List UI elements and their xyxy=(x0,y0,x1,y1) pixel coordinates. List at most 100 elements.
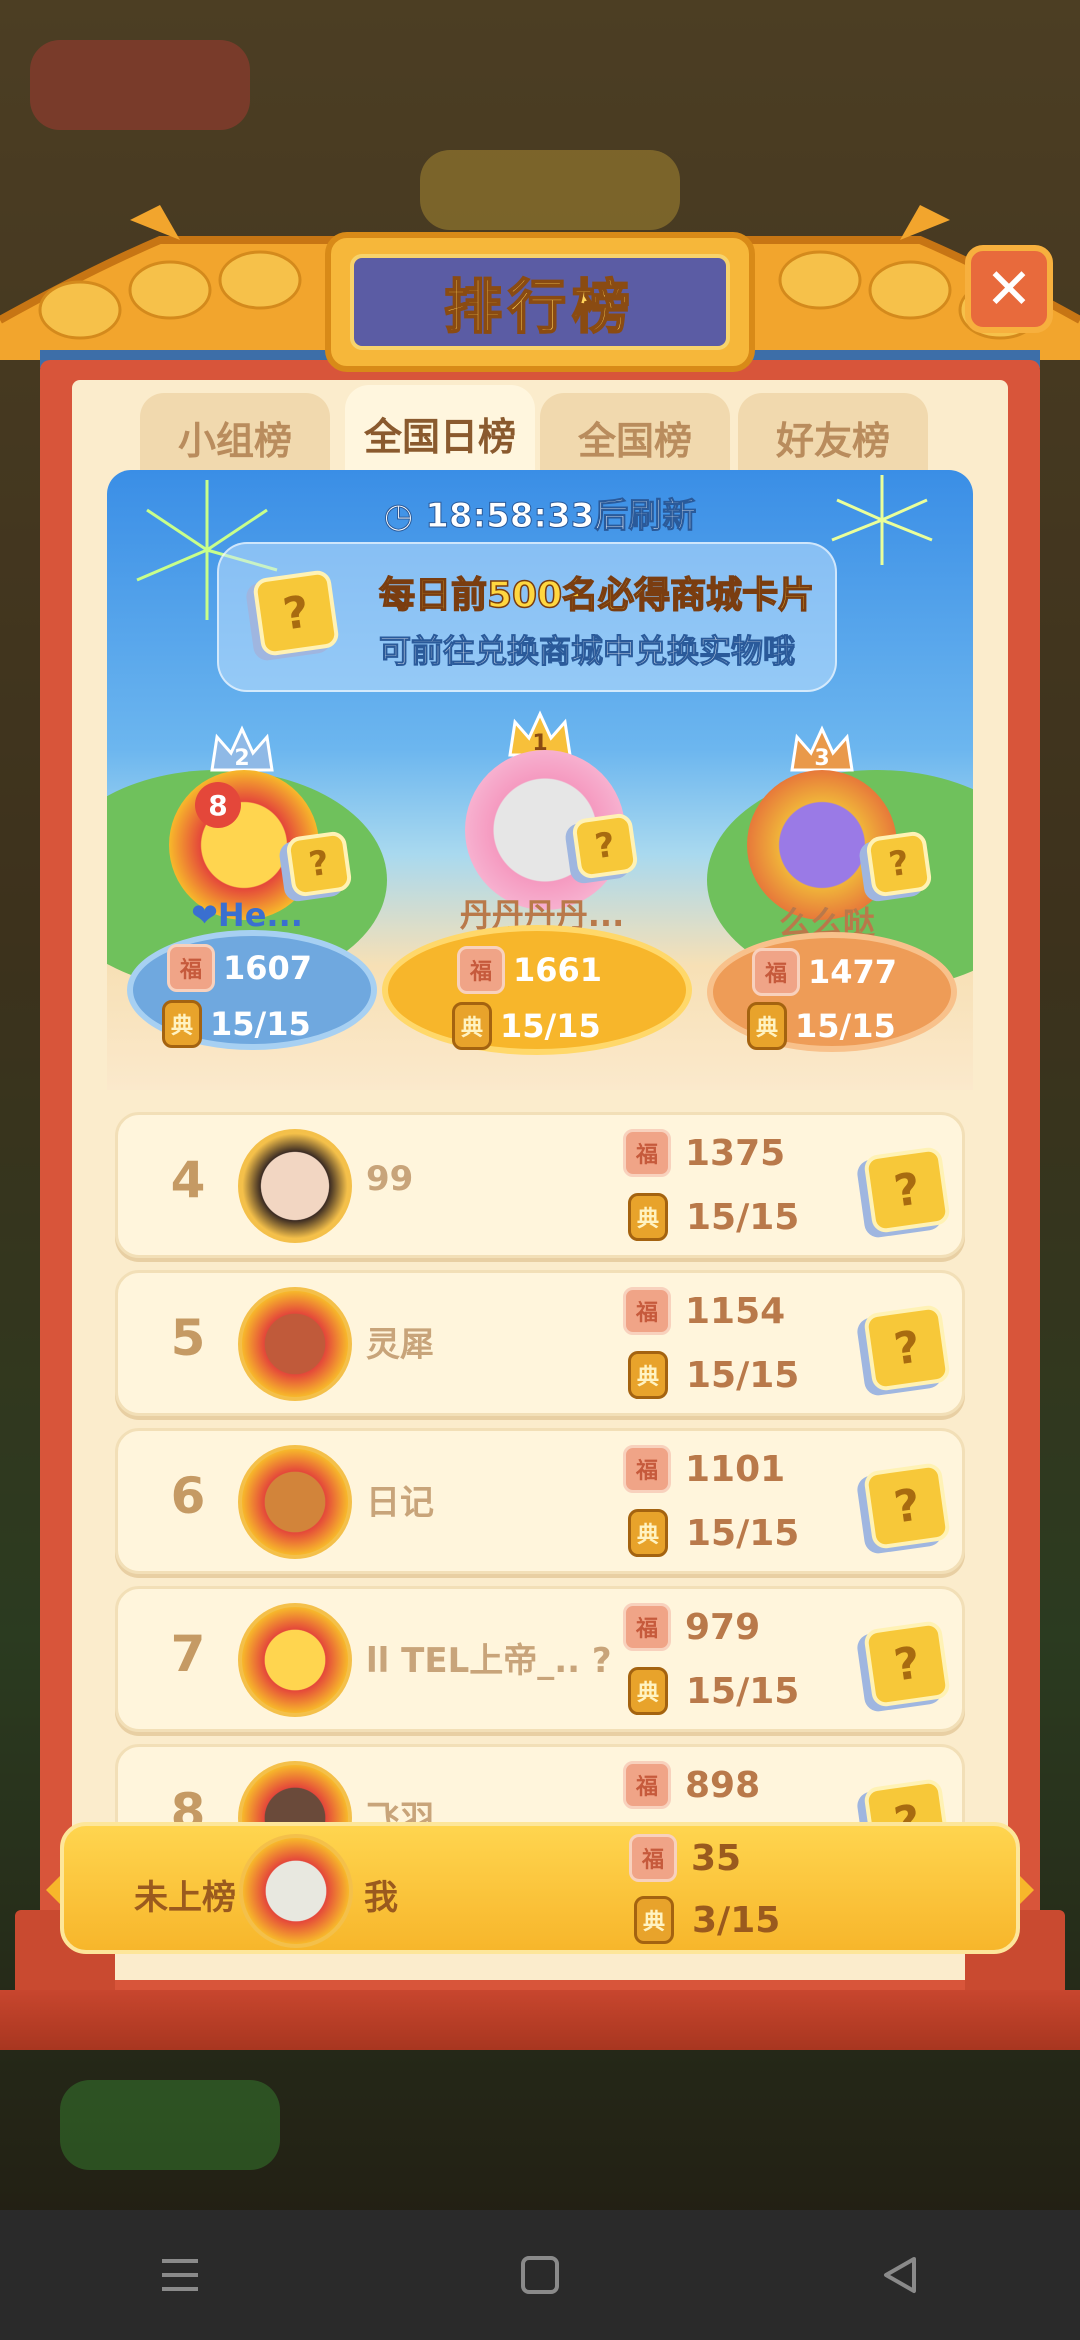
rank-3-score-value: 1477 xyxy=(808,953,898,991)
question-card-icon[interactable]: ? xyxy=(862,1461,952,1551)
rank-number: 5 xyxy=(170,1309,206,1367)
book-icon: 典 xyxy=(452,1002,492,1050)
score: 福 1101 xyxy=(623,1445,785,1493)
score: 福 1154 xyxy=(623,1287,785,1335)
svg-text:3: 3 xyxy=(814,746,829,771)
rank-2-progress: 典 15/15 xyxy=(162,1000,311,1048)
progress-value: 15/15 xyxy=(686,1196,800,1238)
rank-2-score-value: 1607 xyxy=(223,949,313,987)
score-value: 1154 xyxy=(685,1290,786,1332)
rank-1-score: 福 1661 xyxy=(457,946,602,994)
svg-text:2: 2 xyxy=(234,746,249,771)
my-score: 福 35 xyxy=(629,1834,741,1882)
fu-tile-icon: 福 xyxy=(623,1129,671,1177)
rank-1-progress: 典 15/15 xyxy=(452,1002,601,1050)
menu-button[interactable] xyxy=(140,2235,220,2315)
table-row[interactable]: 6 日记 福 1101 典 15/15 ? xyxy=(115,1428,965,1574)
question-card-icon[interactable]: ? xyxy=(862,1145,952,1235)
my-progress: 典 3/15 xyxy=(634,1896,780,1944)
score-value: 1375 xyxy=(685,1132,786,1174)
top-three-banner: ◷ 18:58:33后刷新 ? 每日前500名必得商城卡片 可前往兑换商城中兑换… xyxy=(107,470,973,1090)
fu-tile-icon: 福 xyxy=(623,1445,671,1493)
score-value: 979 xyxy=(685,1606,761,1648)
close-button[interactable]: ✕ xyxy=(965,245,1053,333)
tab-national[interactable]: 全国榜 xyxy=(540,393,730,481)
crown-silver-icon: 2 xyxy=(210,725,274,772)
refresh-countdown: ◷ 18:58:33后刷新 xyxy=(107,488,973,537)
score-value: 898 xyxy=(685,1764,761,1806)
fu-tile-icon: 福 xyxy=(752,948,800,996)
my-avatar[interactable] xyxy=(239,1834,353,1948)
home-icon xyxy=(521,2256,559,2294)
my-rank-row[interactable]: 未上榜 我 福 35 典 3/15 xyxy=(60,1822,1020,1954)
fu-tile-icon: 福 xyxy=(623,1603,671,1651)
background-decoration xyxy=(60,2080,280,2170)
rank-2-name: ❤He... xyxy=(191,896,303,934)
avatar[interactable] xyxy=(238,1287,352,1401)
my-score-value: 35 xyxy=(691,1837,742,1879)
rank-number: 4 xyxy=(170,1151,206,1209)
title-plaque: 排行榜 xyxy=(325,232,755,372)
book-icon: 典 xyxy=(747,1002,787,1050)
book-icon: 典 xyxy=(628,1509,668,1557)
rank-2-score: 福 1607 xyxy=(167,944,312,992)
table-row[interactable]: 5 灵犀 福 1154 典 15/15 ? xyxy=(115,1270,965,1416)
player-name: 99 xyxy=(366,1159,414,1199)
clock-icon: ◷ xyxy=(383,496,426,537)
book-icon: 典 xyxy=(628,1667,668,1715)
book-icon: 典 xyxy=(162,1000,202,1048)
question-card-icon: ? xyxy=(251,568,341,658)
avatar[interactable] xyxy=(238,1129,352,1243)
progress: 典 15/15 xyxy=(628,1193,799,1241)
player-name: ll TEL上帝_.. ? xyxy=(366,1641,612,1681)
home-button[interactable] xyxy=(500,2235,580,2315)
rank-3-progress: 典 15/15 xyxy=(747,1002,896,1050)
level-badge: 8 xyxy=(195,782,241,828)
progress-value: 15/15 xyxy=(686,1670,800,1712)
title-plaque-inner: 排行榜 xyxy=(350,254,730,350)
score: 福 979 xyxy=(623,1603,760,1651)
rank-number: 6 xyxy=(170,1467,206,1525)
tab-group[interactable]: 小组榜 xyxy=(140,393,330,481)
fu-tile-icon: 福 xyxy=(167,944,215,992)
back-icon xyxy=(884,2257,916,2293)
progress: 典 15/15 xyxy=(628,1667,799,1715)
reward-notice: ? 每日前500名必得商城卡片 可前往兑换商城中兑换实物哦 xyxy=(217,542,837,692)
book-icon: 典 xyxy=(628,1193,668,1241)
avatar[interactable] xyxy=(238,1603,352,1717)
question-card-icon[interactable]: ? xyxy=(862,1619,952,1709)
my-name: 我 xyxy=(364,1878,398,1918)
question-card-icon: ? xyxy=(571,812,639,880)
tab-national-daily[interactable]: 全国日榜 xyxy=(345,385,535,481)
back-button[interactable] xyxy=(860,2235,940,2315)
rank-1-progress-value: 15/15 xyxy=(500,1007,601,1045)
score: 福 898 xyxy=(623,1761,760,1809)
refresh-countdown-text: 18:58:33后刷新 xyxy=(425,496,697,537)
notice-subtitle: 可前往兑换商城中兑换实物哦 xyxy=(378,632,796,671)
player-name: 日记 xyxy=(366,1483,434,1523)
system-navigation-bar xyxy=(0,2210,1080,2340)
my-progress-value: 3/15 xyxy=(692,1899,781,1941)
progress-value: 15/15 xyxy=(686,1354,800,1396)
crown-bronze-icon: 3 xyxy=(790,725,854,772)
book-icon: 典 xyxy=(634,1896,674,1944)
progress: 典 15/15 xyxy=(628,1351,799,1399)
menu-icon xyxy=(162,2259,198,2291)
player-name: 灵犀 xyxy=(366,1325,434,1365)
tab-friends[interactable]: 好友榜 xyxy=(738,393,928,481)
page-title: 排行榜 xyxy=(443,272,636,342)
avatar[interactable] xyxy=(238,1445,352,1559)
fu-tile-icon: 福 xyxy=(629,1834,677,1882)
table-row[interactable]: 7 ll TEL上帝_.. ? 福 979 典 15/15 ? xyxy=(115,1586,965,1732)
progress-value: 15/15 xyxy=(686,1512,800,1554)
rank-1-score-value: 1661 xyxy=(513,951,603,989)
tab-bar: 小组榜 全国日榜 全国榜 好友榜 xyxy=(140,385,940,481)
question-card-icon: ? xyxy=(865,830,933,898)
table-row[interactable]: 4 99 福 1375 典 15/15 ? xyxy=(115,1112,965,1258)
panel-base xyxy=(0,1990,1080,2050)
question-card-icon[interactable]: ? xyxy=(862,1303,952,1393)
fu-tile-icon: 福 xyxy=(623,1761,671,1809)
score-value: 1101 xyxy=(685,1448,786,1490)
book-icon: 典 xyxy=(628,1351,668,1399)
close-icon: ✕ xyxy=(985,256,1033,322)
